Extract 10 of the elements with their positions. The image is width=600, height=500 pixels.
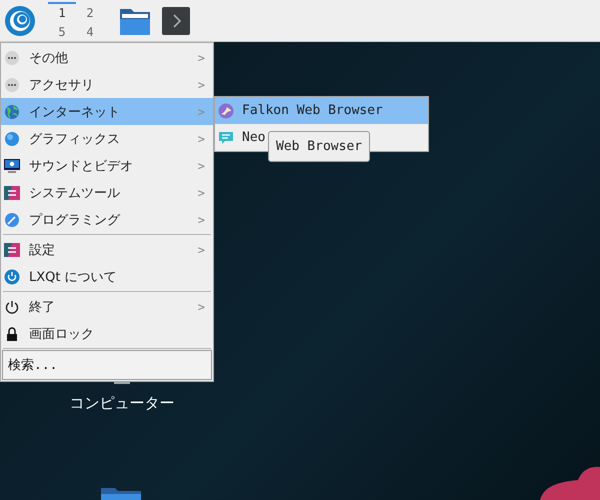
submenu-arrow: > (198, 212, 205, 226)
submenu-arrow: > (198, 186, 205, 200)
submenu-arrow: > (198, 50, 205, 64)
submenu-arrow: > (198, 158, 205, 172)
submenu-arrow: > (198, 300, 205, 314)
submenu-arrow: > (198, 78, 205, 92)
submenu-arrow: > (198, 132, 205, 146)
submenu-arrow: > (198, 242, 205, 256)
submenu-arrow: > (198, 104, 205, 118)
tooltip: Web Browser (268, 131, 370, 162)
